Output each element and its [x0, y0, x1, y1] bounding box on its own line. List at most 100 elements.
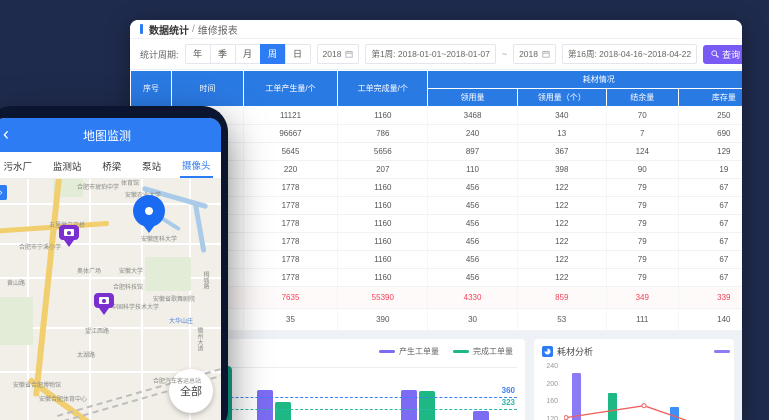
- table-cell: 1160: [338, 251, 428, 269]
- table-header: 序号 时间 工单产生量/个 工单完成量/个 耗材情况 领用量 领用量（个） 结余…: [131, 71, 743, 107]
- camera-marker[interactable]: [94, 293, 114, 317]
- map-label-19: 徽州大道: [195, 327, 202, 351]
- table-cell: 1778: [243, 233, 337, 251]
- legend-item-0[interactable]: 产生工单量: [379, 346, 439, 357]
- week-end-input[interactable]: 第16周: 2018-04-16~2018-04-22: [562, 44, 697, 64]
- map-label-18: 桐城路: [201, 271, 208, 289]
- table-cell: 140: [678, 309, 742, 331]
- table-cell: 897: [428, 143, 517, 161]
- col-time: 时间: [172, 71, 244, 107]
- chart-icon: [542, 346, 553, 357]
- table-cell: 67: [678, 179, 742, 197]
- table-cell: 1160: [338, 215, 428, 233]
- table-cell: 79: [606, 269, 678, 287]
- breadcrumb-page: 维修报表: [198, 22, 238, 37]
- table-cell: 1160: [338, 179, 428, 197]
- table-cell: 67: [678, 233, 742, 251]
- phone-header: ‹ 地图监测: [0, 118, 221, 152]
- phone-tab-0[interactable]: 污水厂: [1, 154, 34, 177]
- table-cell: 124: [606, 143, 678, 161]
- back-icon[interactable]: ‹: [3, 122, 9, 146]
- period-option-0[interactable]: 年: [185, 44, 211, 64]
- bar-完成工单量-0: [275, 402, 291, 420]
- table-cell: 1778: [243, 197, 337, 215]
- table-cell: 456: [428, 215, 517, 233]
- query-button[interactable]: 查询: [703, 45, 742, 64]
- table-cell: 456: [428, 197, 517, 215]
- bar-产生工单量-3: [473, 411, 489, 420]
- table-cell: 79: [606, 215, 678, 233]
- week-start-input[interactable]: 第1周: 2018-01-01~2018-01-07: [365, 44, 495, 64]
- table-cell: 456: [428, 233, 517, 251]
- show-all-button[interactable]: 全部: [169, 369, 213, 413]
- ytick-120: 120: [546, 416, 558, 420]
- table-cell: 122: [517, 179, 606, 197]
- map-label-8: 合肥科技馆: [113, 285, 143, 292]
- col-completed: 工单完成量/个: [338, 71, 428, 107]
- table-cell: 67: [678, 269, 742, 287]
- col-group-consumables: 耗材情况: [428, 71, 742, 89]
- table-cell: 110: [428, 161, 517, 179]
- phone-mockup: ‹ 地图监测 污水厂监测站桥梁泵站摄像头: [0, 106, 228, 420]
- phone-screen: ‹ 地图监测 污水厂监测站桥梁泵站摄像头: [0, 118, 221, 420]
- table-cell: 456: [428, 269, 517, 287]
- calendar-icon: [345, 50, 353, 58]
- ytick-240: 240: [546, 363, 558, 370]
- map-label-6: 奥体广场: [77, 269, 101, 276]
- breadcrumb-accent: [140, 24, 143, 34]
- table-cell: 90: [606, 161, 678, 179]
- table-cell: 79: [606, 233, 678, 251]
- year-end-select[interactable]: 2018: [513, 44, 556, 64]
- camera-marker-tail: [99, 308, 109, 315]
- period-option-1[interactable]: 季: [210, 44, 236, 64]
- table-cell: 398: [517, 161, 606, 179]
- phone-tab-1[interactable]: 监测站: [51, 154, 84, 177]
- table-cell: 70: [606, 107, 678, 125]
- map-label-12: 黄山路: [7, 281, 25, 288]
- camera-marker[interactable]: [59, 225, 79, 249]
- table-cell: 1778: [243, 251, 337, 269]
- table-cell: 339: [678, 287, 742, 309]
- phone-tab-4[interactable]: 摄像头: [180, 153, 213, 178]
- workorder-chart-legend: 产生工单量 完成工单量: [379, 346, 513, 357]
- period-option-4[interactable]: 日: [285, 44, 311, 64]
- map-label-10: 安徽省歌舞剧院: [153, 297, 195, 304]
- table-cell: 19: [678, 161, 742, 179]
- map-label-16: 安徽合肥体育中心: [39, 397, 87, 404]
- legend-item-1[interactable]: 完成工单量: [453, 346, 513, 357]
- expand-panel-button[interactable]: ›: [0, 185, 7, 200]
- map-label-4: 合肥市宁溪小学: [19, 245, 61, 252]
- phone-tab-3[interactable]: 泵站: [140, 154, 163, 177]
- table-cell: 79: [606, 251, 678, 269]
- breadcrumb-section: 数据统计: [149, 22, 189, 37]
- reference-label-360: 360: [502, 386, 515, 395]
- period-option-2[interactable]: 月: [235, 44, 261, 64]
- table-cell: 5645: [243, 143, 337, 161]
- table-cell: 456: [428, 251, 517, 269]
- map-park: [145, 257, 191, 291]
- table-cell: 1160: [338, 269, 428, 287]
- legend-dash-icon: [453, 350, 469, 353]
- selected-camera-pin[interactable]: [133, 195, 165, 227]
- ytick-160: 160: [546, 398, 558, 405]
- table-cell: 79: [606, 179, 678, 197]
- map-label-5: 安徽医科大学: [141, 237, 177, 244]
- col-sub-0: 领用量: [428, 89, 517, 107]
- map-view[interactable]: › 全部 合肥市琥珀中学体育馆安徽农业大学五里墩立交桥合肥市宁溪小学安徽医科大学…: [0, 179, 221, 420]
- table-cell: 79: [606, 197, 678, 215]
- table-cell: 67: [678, 197, 742, 215]
- table-cell: 250: [678, 107, 742, 125]
- consumable-chart-yaxis: 2402001601208040: [538, 363, 560, 420]
- table-cell: 1160: [338, 233, 428, 251]
- table-cell: 129: [678, 143, 742, 161]
- phone-page-title: 地图监测: [83, 127, 131, 144]
- phone-tab-2[interactable]: 桥梁: [100, 154, 123, 177]
- table-cell: 340: [517, 107, 606, 125]
- table-cell: 240: [428, 125, 517, 143]
- consumable-chart-legend-dash: [714, 350, 730, 353]
- table-cell: 55390: [338, 287, 428, 309]
- year-start-select[interactable]: 2018: [317, 44, 360, 64]
- map-street: [0, 327, 221, 329]
- period-option-3[interactable]: 周: [260, 44, 286, 64]
- table-cell: 367: [517, 143, 606, 161]
